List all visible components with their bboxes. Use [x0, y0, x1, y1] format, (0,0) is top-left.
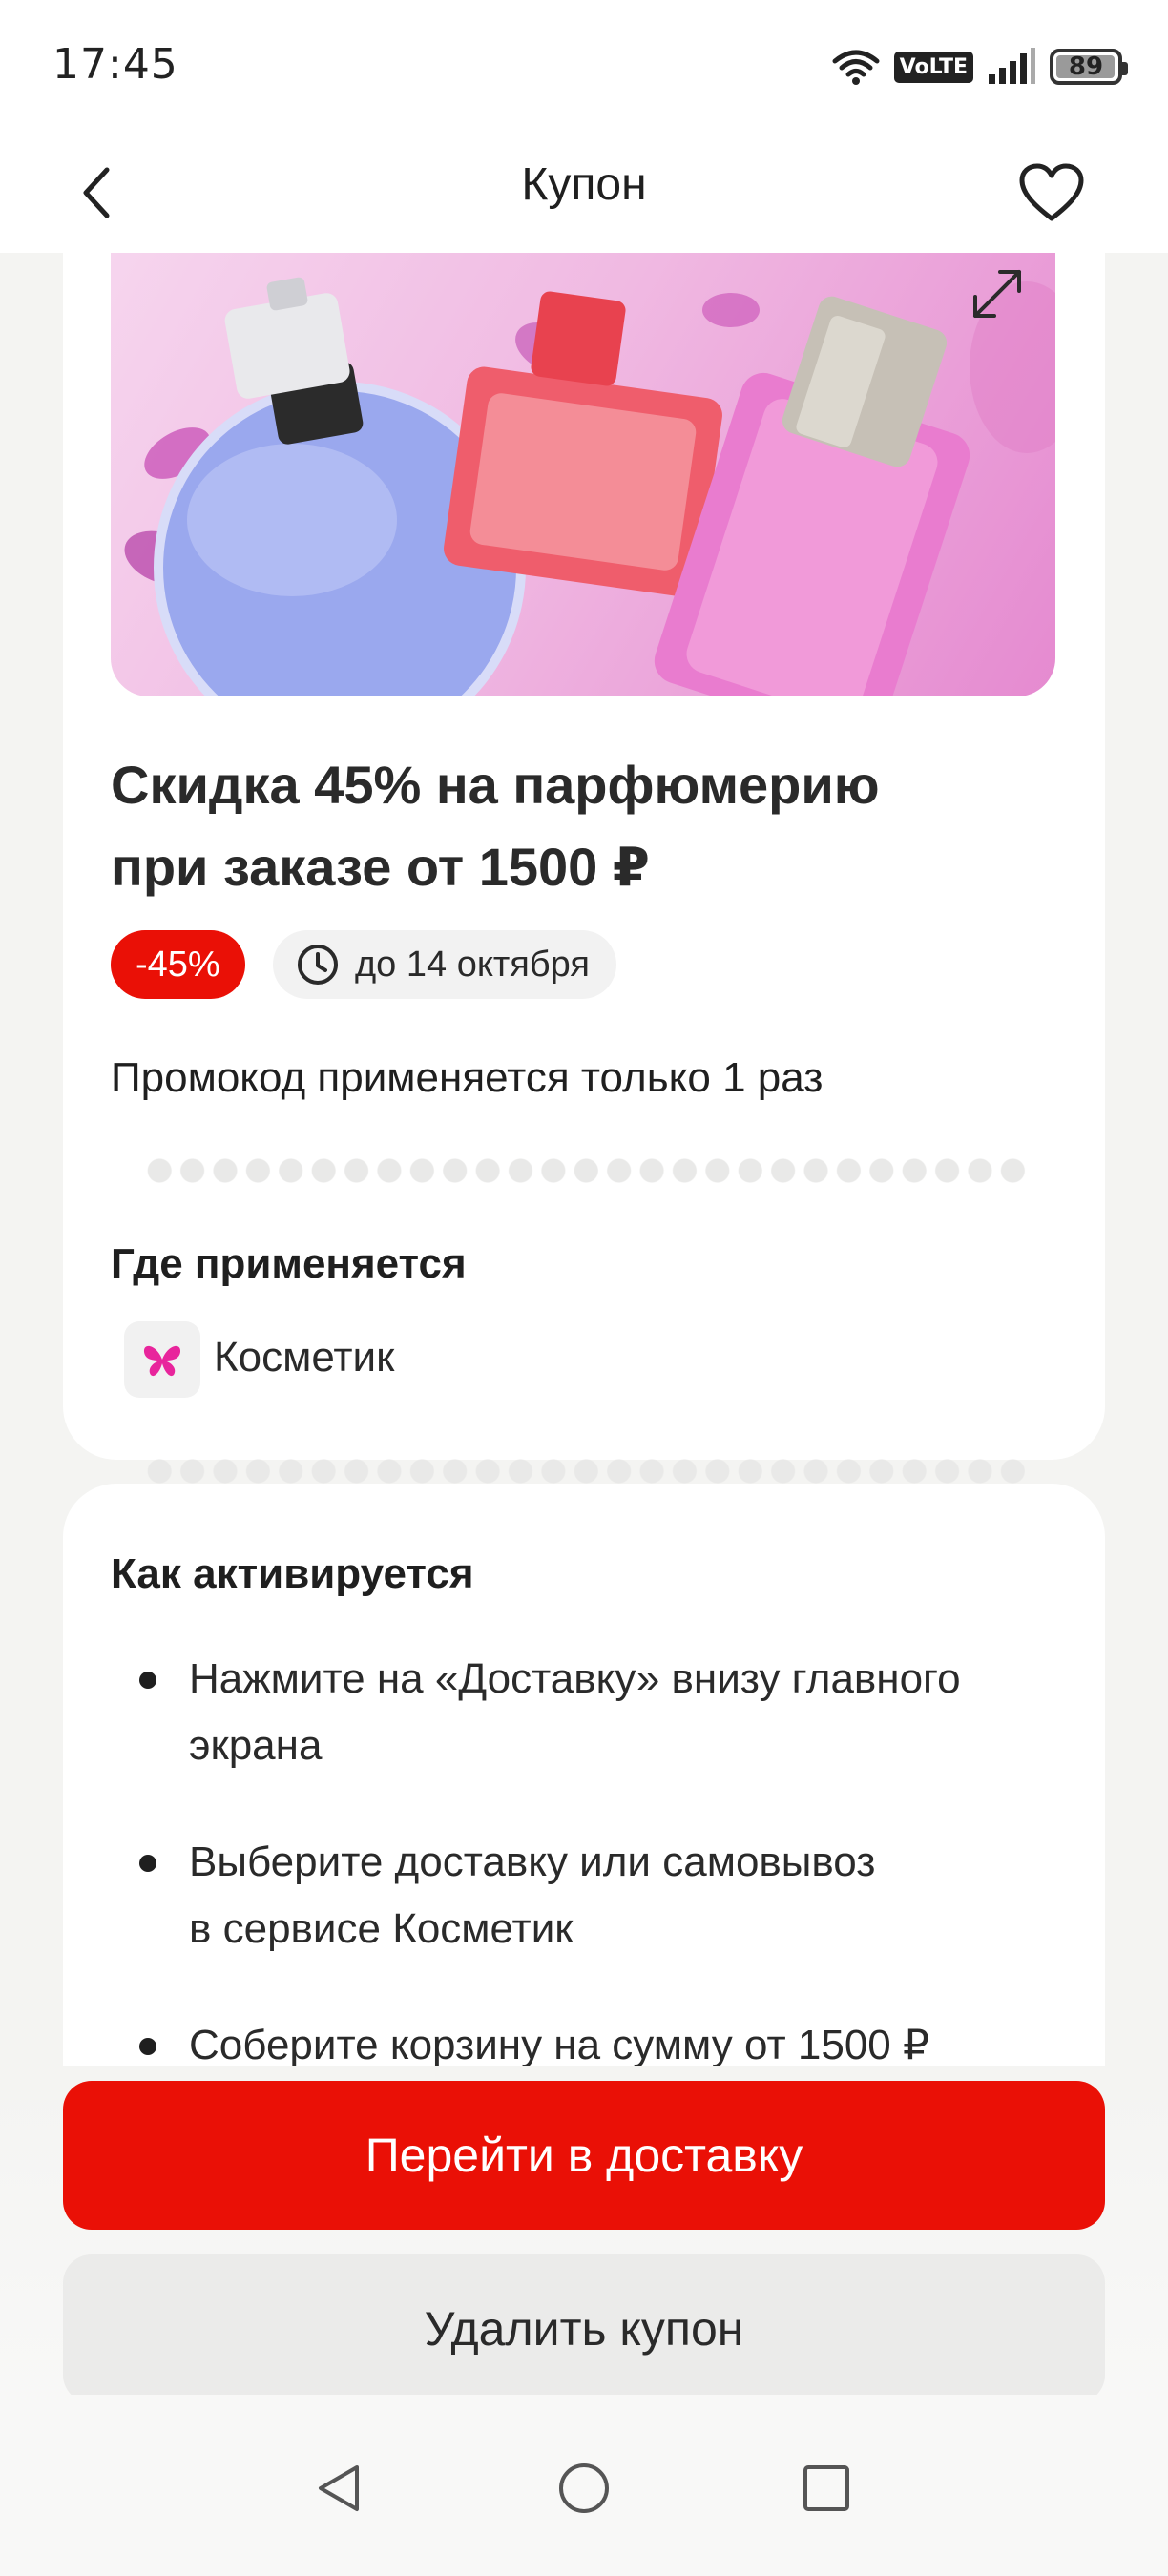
- nav-home-button[interactable]: [546, 2450, 622, 2526]
- where-applies-card: Где применяется Косметик: [63, 1183, 1105, 1460]
- activation-step: Нажмите на «Доставку» внизу главного экр…: [139, 1646, 1055, 1779]
- app-header: Купон: [0, 134, 1168, 253]
- deadline-text: до 14 октября: [355, 944, 590, 985]
- activation-step-line: Выберите доставку или самовывоз: [189, 1839, 876, 1885]
- coupon-title: Скидка 45% на парфюмерию при заказе от 1…: [111, 744, 970, 908]
- nav-recents-button[interactable]: [788, 2450, 865, 2526]
- battery-icon: 89: [1050, 49, 1128, 85]
- activation-step-line: в сервисе Косметик: [189, 1905, 574, 1952]
- activation-step-line: экрана: [189, 1722, 323, 1769]
- delete-coupon-button[interactable]: Удалить купон: [63, 2254, 1105, 2403]
- coupon-title-line-1: Скидка 45% на парфюмерию: [111, 755, 880, 815]
- volte-indicator: VoLTE: [893, 51, 973, 83]
- expand-icon[interactable]: [964, 260, 1031, 327]
- activation-step-line: Соберите корзину на сумму от 1500 ₽: [189, 2022, 929, 2066]
- go-to-delivery-button[interactable]: Перейти в доставку: [63, 2081, 1105, 2230]
- store-logo[interactable]: [124, 1321, 200, 1398]
- heart-icon: [1019, 163, 1084, 221]
- favorite-button[interactable]: [1013, 155, 1090, 231]
- wifi-icon: [832, 50, 880, 85]
- bullet-icon: [139, 2038, 156, 2055]
- nav-back-icon: [319, 2465, 359, 2511]
- how-to-activate-heading: Как активируется: [111, 1550, 474, 1597]
- deadline-chip: до 14 октября: [273, 930, 616, 999]
- activation-steps: Нажмите на «Доставку» внизу главного экр…: [139, 1646, 1055, 2066]
- how-to-activate-card: Как активируется Нажмите на «Доставку» в…: [63, 1484, 1105, 2066]
- coupon-title-line-2: при заказе от 1500 ₽: [111, 837, 650, 897]
- perforation-divider: [143, 1457, 1031, 1485]
- status-icons: VoLTE 89: [831, 43, 1128, 91]
- status-bar: 17:45 VoLTE 89: [0, 0, 1168, 134]
- bottom-actions: Перейти в доставку Удалить купон: [0, 2066, 1168, 2403]
- coupon-banner-image[interactable]: [111, 253, 1055, 696]
- promo-note: Промокод применяется только 1 раз: [111, 1054, 824, 1101]
- battery-level: 89: [1068, 52, 1104, 81]
- nav-back-button[interactable]: [302, 2450, 378, 2526]
- page-title: Купон: [521, 158, 647, 210]
- where-applies-heading: Где применяется: [111, 1240, 467, 1287]
- discount-badge: -45%: [111, 930, 245, 999]
- status-time: 17:45: [52, 40, 178, 89]
- bullet-icon: [139, 1672, 156, 1689]
- activation-step: Выберите доставку или самовывоз в сервис…: [139, 1829, 1055, 1963]
- activation-step-line: Нажмите на «Доставку» внизу главного: [189, 1655, 961, 1702]
- system-nav-bar: [0, 2395, 1168, 2576]
- butterfly-logo-icon: [143, 1345, 181, 1377]
- coupon-content[interactable]: Скидка 45% на парфюмерию при заказе от 1…: [0, 253, 1168, 2066]
- perforation-divider: [143, 1156, 1031, 1185]
- perfume-illustration: [124, 277, 1055, 696]
- activation-step: Соберите корзину на сумму от 1500 ₽: [139, 2012, 1055, 2066]
- bullet-icon: [139, 1855, 156, 1872]
- clock-icon: [298, 945, 338, 985]
- store-name[interactable]: Косметик: [214, 1334, 394, 1381]
- nav-recents-icon: [803, 2465, 849, 2511]
- nav-home-icon: [559, 2463, 609, 2513]
- signal-icon: [989, 48, 1035, 84]
